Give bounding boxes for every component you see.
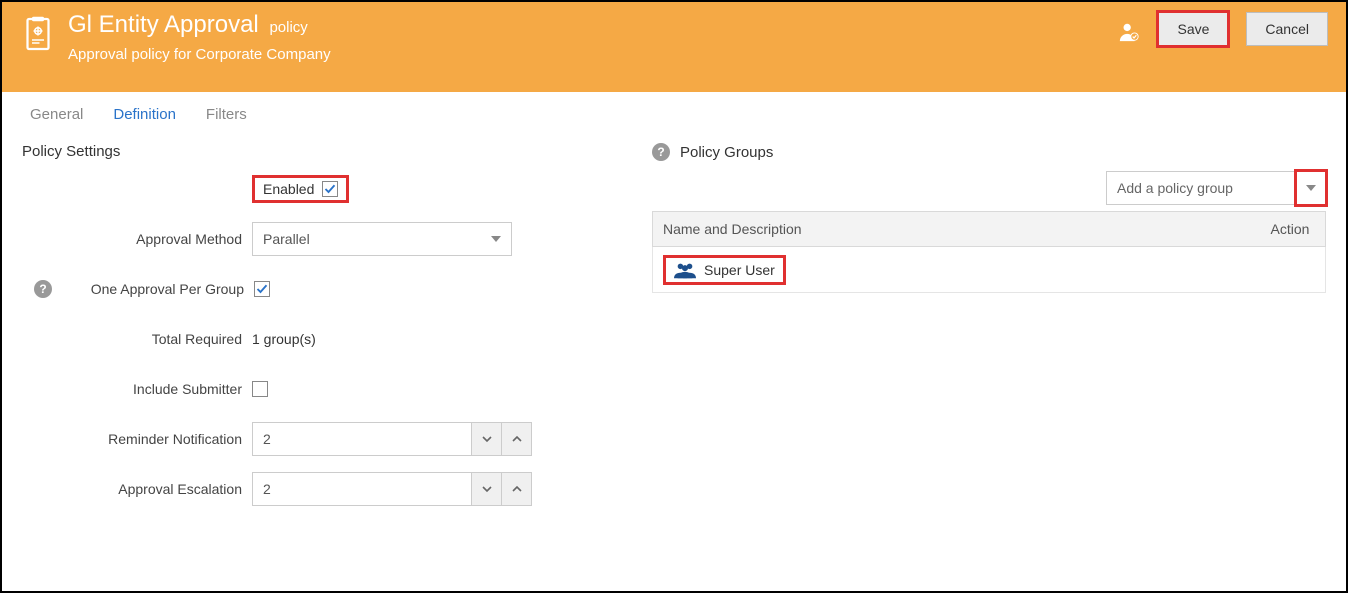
row-approval-method: Approval Method Parallel [22, 222, 622, 256]
check-icon [256, 283, 268, 295]
policy-settings-panel: Policy Settings Enabled Approval Method … [22, 143, 622, 522]
label-reminder: Reminder Notification [22, 431, 252, 447]
total-required-value: 1 group(s) [252, 331, 316, 347]
chevron-down-icon [481, 483, 493, 495]
col-action: Action [1255, 221, 1325, 237]
label-one-approval: One Approval Per Group [62, 281, 254, 297]
caret-down-icon [1306, 185, 1316, 191]
add-group-row: Add a policy group [652, 171, 1326, 205]
header-actions: Save Cancel [1118, 12, 1328, 46]
policy-groups-title: Policy Groups [680, 144, 773, 161]
policy-groups-table: Name and Description Action Su [652, 211, 1326, 293]
title-suffix: policy [269, 19, 307, 36]
chevron-up-icon [511, 433, 523, 445]
escalation-up-button[interactable] [502, 472, 532, 506]
row-one-approval: ? One Approval Per Group [22, 272, 622, 306]
label-include-submitter: Include Submitter [22, 381, 252, 397]
tab-general[interactable]: General [30, 106, 83, 123]
user-role-icon[interactable] [1118, 21, 1140, 43]
escalation-input[interactable]: 2 [252, 472, 472, 506]
help-icon[interactable]: ? [34, 280, 52, 298]
enabled-checkbox[interactable] [322, 181, 338, 197]
label-total-required: Total Required [22, 331, 252, 347]
tabs: General Definition Filters [2, 92, 1346, 133]
approval-method-select[interactable]: Parallel [252, 222, 512, 256]
col-name: Name and Description [653, 221, 1255, 237]
reminder-up-button[interactable] [502, 422, 532, 456]
chevron-down-icon [481, 433, 493, 445]
policy-groups-header: ? Policy Groups [652, 143, 1326, 161]
reminder-spinner: 2 [252, 422, 532, 456]
td-name: Super User [653, 255, 1255, 285]
policy-settings-title: Policy Settings [22, 143, 622, 160]
chevron-up-icon [511, 483, 523, 495]
label-approval-method: Approval Method [22, 231, 252, 247]
page-header: Gl Entity Approval policy Approval polic… [2, 2, 1346, 92]
save-button[interactable]: Save [1158, 12, 1228, 46]
row-include-submitter: Include Submitter [22, 372, 622, 406]
row-total-required: Total Required 1 group(s) [22, 322, 622, 356]
tab-definition[interactable]: Definition [113, 106, 176, 123]
policy-groups-panel: ? Policy Groups Add a policy group Name … [652, 143, 1326, 522]
add-group-caret-button[interactable] [1296, 171, 1326, 205]
row-reminder: Reminder Notification 2 [22, 422, 622, 456]
approval-method-value: Parallel [263, 231, 310, 247]
title-main: Gl Entity Approval [68, 11, 259, 38]
row-escalation: Approval Escalation 2 [22, 472, 622, 506]
add-policy-group: Add a policy group [1106, 171, 1326, 205]
page-subtitle: Approval policy for Corporate Company [68, 46, 1118, 63]
page-title: Gl Entity Approval policy [68, 12, 1118, 38]
reminder-value: 2 [263, 431, 271, 447]
add-group-placeholder: Add a policy group [1117, 180, 1233, 196]
include-submitter-checkbox[interactable] [252, 381, 268, 397]
add-group-select[interactable]: Add a policy group [1106, 171, 1296, 205]
table-row[interactable]: Super User [652, 247, 1326, 293]
table-header: Name and Description Action [652, 211, 1326, 247]
cancel-button[interactable]: Cancel [1246, 12, 1328, 46]
label-escalation: Approval Escalation [22, 481, 252, 497]
escalation-value: 2 [263, 481, 271, 497]
help-icon[interactable]: ? [652, 143, 670, 161]
reminder-down-button[interactable] [472, 422, 502, 456]
escalation-down-button[interactable] [472, 472, 502, 506]
enabled-highlight: Enabled [252, 175, 349, 203]
row-enabled: Enabled [22, 172, 622, 206]
check-icon [324, 183, 336, 195]
one-approval-checkbox[interactable] [254, 281, 270, 297]
header-text: Gl Entity Approval policy Approval polic… [68, 12, 1118, 63]
caret-down-icon [491, 236, 501, 242]
group-highlight: Super User [663, 255, 786, 285]
content: Policy Settings Enabled Approval Method … [2, 133, 1346, 522]
reminder-input[interactable]: 2 [252, 422, 472, 456]
group-name: Super User [704, 262, 775, 278]
tab-filters[interactable]: Filters [206, 106, 247, 123]
escalation-spinner: 2 [252, 472, 532, 506]
policy-document-icon [20, 16, 56, 52]
enabled-label-text: Enabled [263, 181, 314, 197]
people-icon [674, 261, 696, 279]
